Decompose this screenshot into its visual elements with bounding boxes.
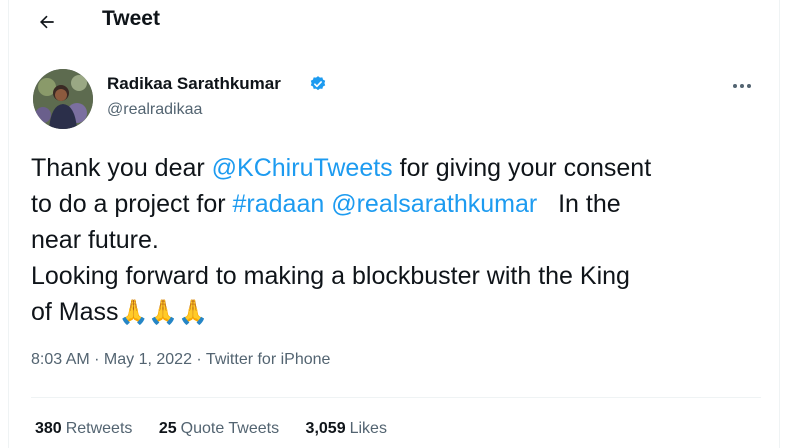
avatar[interactable] (33, 69, 93, 129)
mention-link[interactable]: @realsarathkumar (331, 190, 537, 218)
avatar-image (33, 69, 93, 129)
likes-label: Likes (349, 420, 387, 437)
more-horizontal-icon (733, 84, 751, 88)
retweets-label: Retweets (65, 420, 133, 437)
author-handle[interactable]: @realradikaa (107, 101, 202, 119)
quote-tweets-stat[interactable]: 25 Quote Tweets (159, 420, 279, 438)
meta-separator: · (89, 351, 104, 368)
tweet-text-span: In the (537, 190, 621, 218)
folded-hands-emoji: 🙏🙏🙏 (118, 299, 209, 326)
tweet-page: Tweet Radikaa Sarathkumar @realradikaa T… (8, 0, 780, 448)
likes-stat[interactable]: 3,059 Likes (306, 420, 387, 438)
verified-badge-icon (310, 76, 326, 91)
mention-link[interactable]: @KChiruTweets (212, 154, 393, 182)
retweets-count: 380 (35, 420, 62, 437)
tweet-line: near future. (31, 226, 159, 254)
tweet-source[interactable]: Twitter for iPhone (206, 351, 331, 368)
page-header: Tweet (9, 0, 779, 44)
tweet-text-span: for giving your consent (392, 154, 652, 182)
likes-count: 3,059 (305, 420, 346, 437)
author-display-name[interactable]: Radikaa Sarathkumar (107, 74, 281, 94)
tweet-text: Thank you dear @KChiruTweets for giving … (31, 150, 761, 330)
tweet-line: Thank you dear @KChiruTweets for giving … (31, 150, 761, 186)
arrow-left-icon (40, 15, 54, 29)
page-title: Tweet (102, 7, 160, 30)
retweets-stat[interactable]: 380 Retweets (35, 420, 132, 438)
tweet-date[interactable]: May 1, 2022 (104, 351, 192, 368)
meta-separator: · (191, 351, 206, 368)
tweet-line: of Mass🙏🙏🙏 (31, 294, 761, 330)
tweet-line: to do a project for #radaan @realsarathk… (31, 186, 761, 222)
quote-tweets-label: Quote Tweets (180, 420, 280, 437)
tweet-text-span: to do a project for (31, 190, 233, 218)
tweet-text-span: of Mass (31, 298, 119, 326)
divider (31, 397, 761, 398)
more-button[interactable] (725, 74, 759, 98)
tweet-text-span: Thank you dear (31, 154, 212, 182)
tweet-line: Looking forward to making a blockbuster … (31, 262, 630, 290)
back-button[interactable] (31, 6, 63, 38)
tweet-time[interactable]: 8:03 AM (31, 351, 90, 368)
tweet-meta: 8:03 AM · May 1, 2022 · Twitter for iPho… (31, 351, 330, 369)
tweet-stats: 380 Retweets 25 Quote Tweets 3,059 Likes (35, 420, 409, 438)
hashtag-link[interactable]: #radaan (233, 190, 325, 218)
tweet-author: Radikaa Sarathkumar @realradikaa (9, 66, 779, 130)
quote-tweets-count: 25 (158, 420, 177, 437)
